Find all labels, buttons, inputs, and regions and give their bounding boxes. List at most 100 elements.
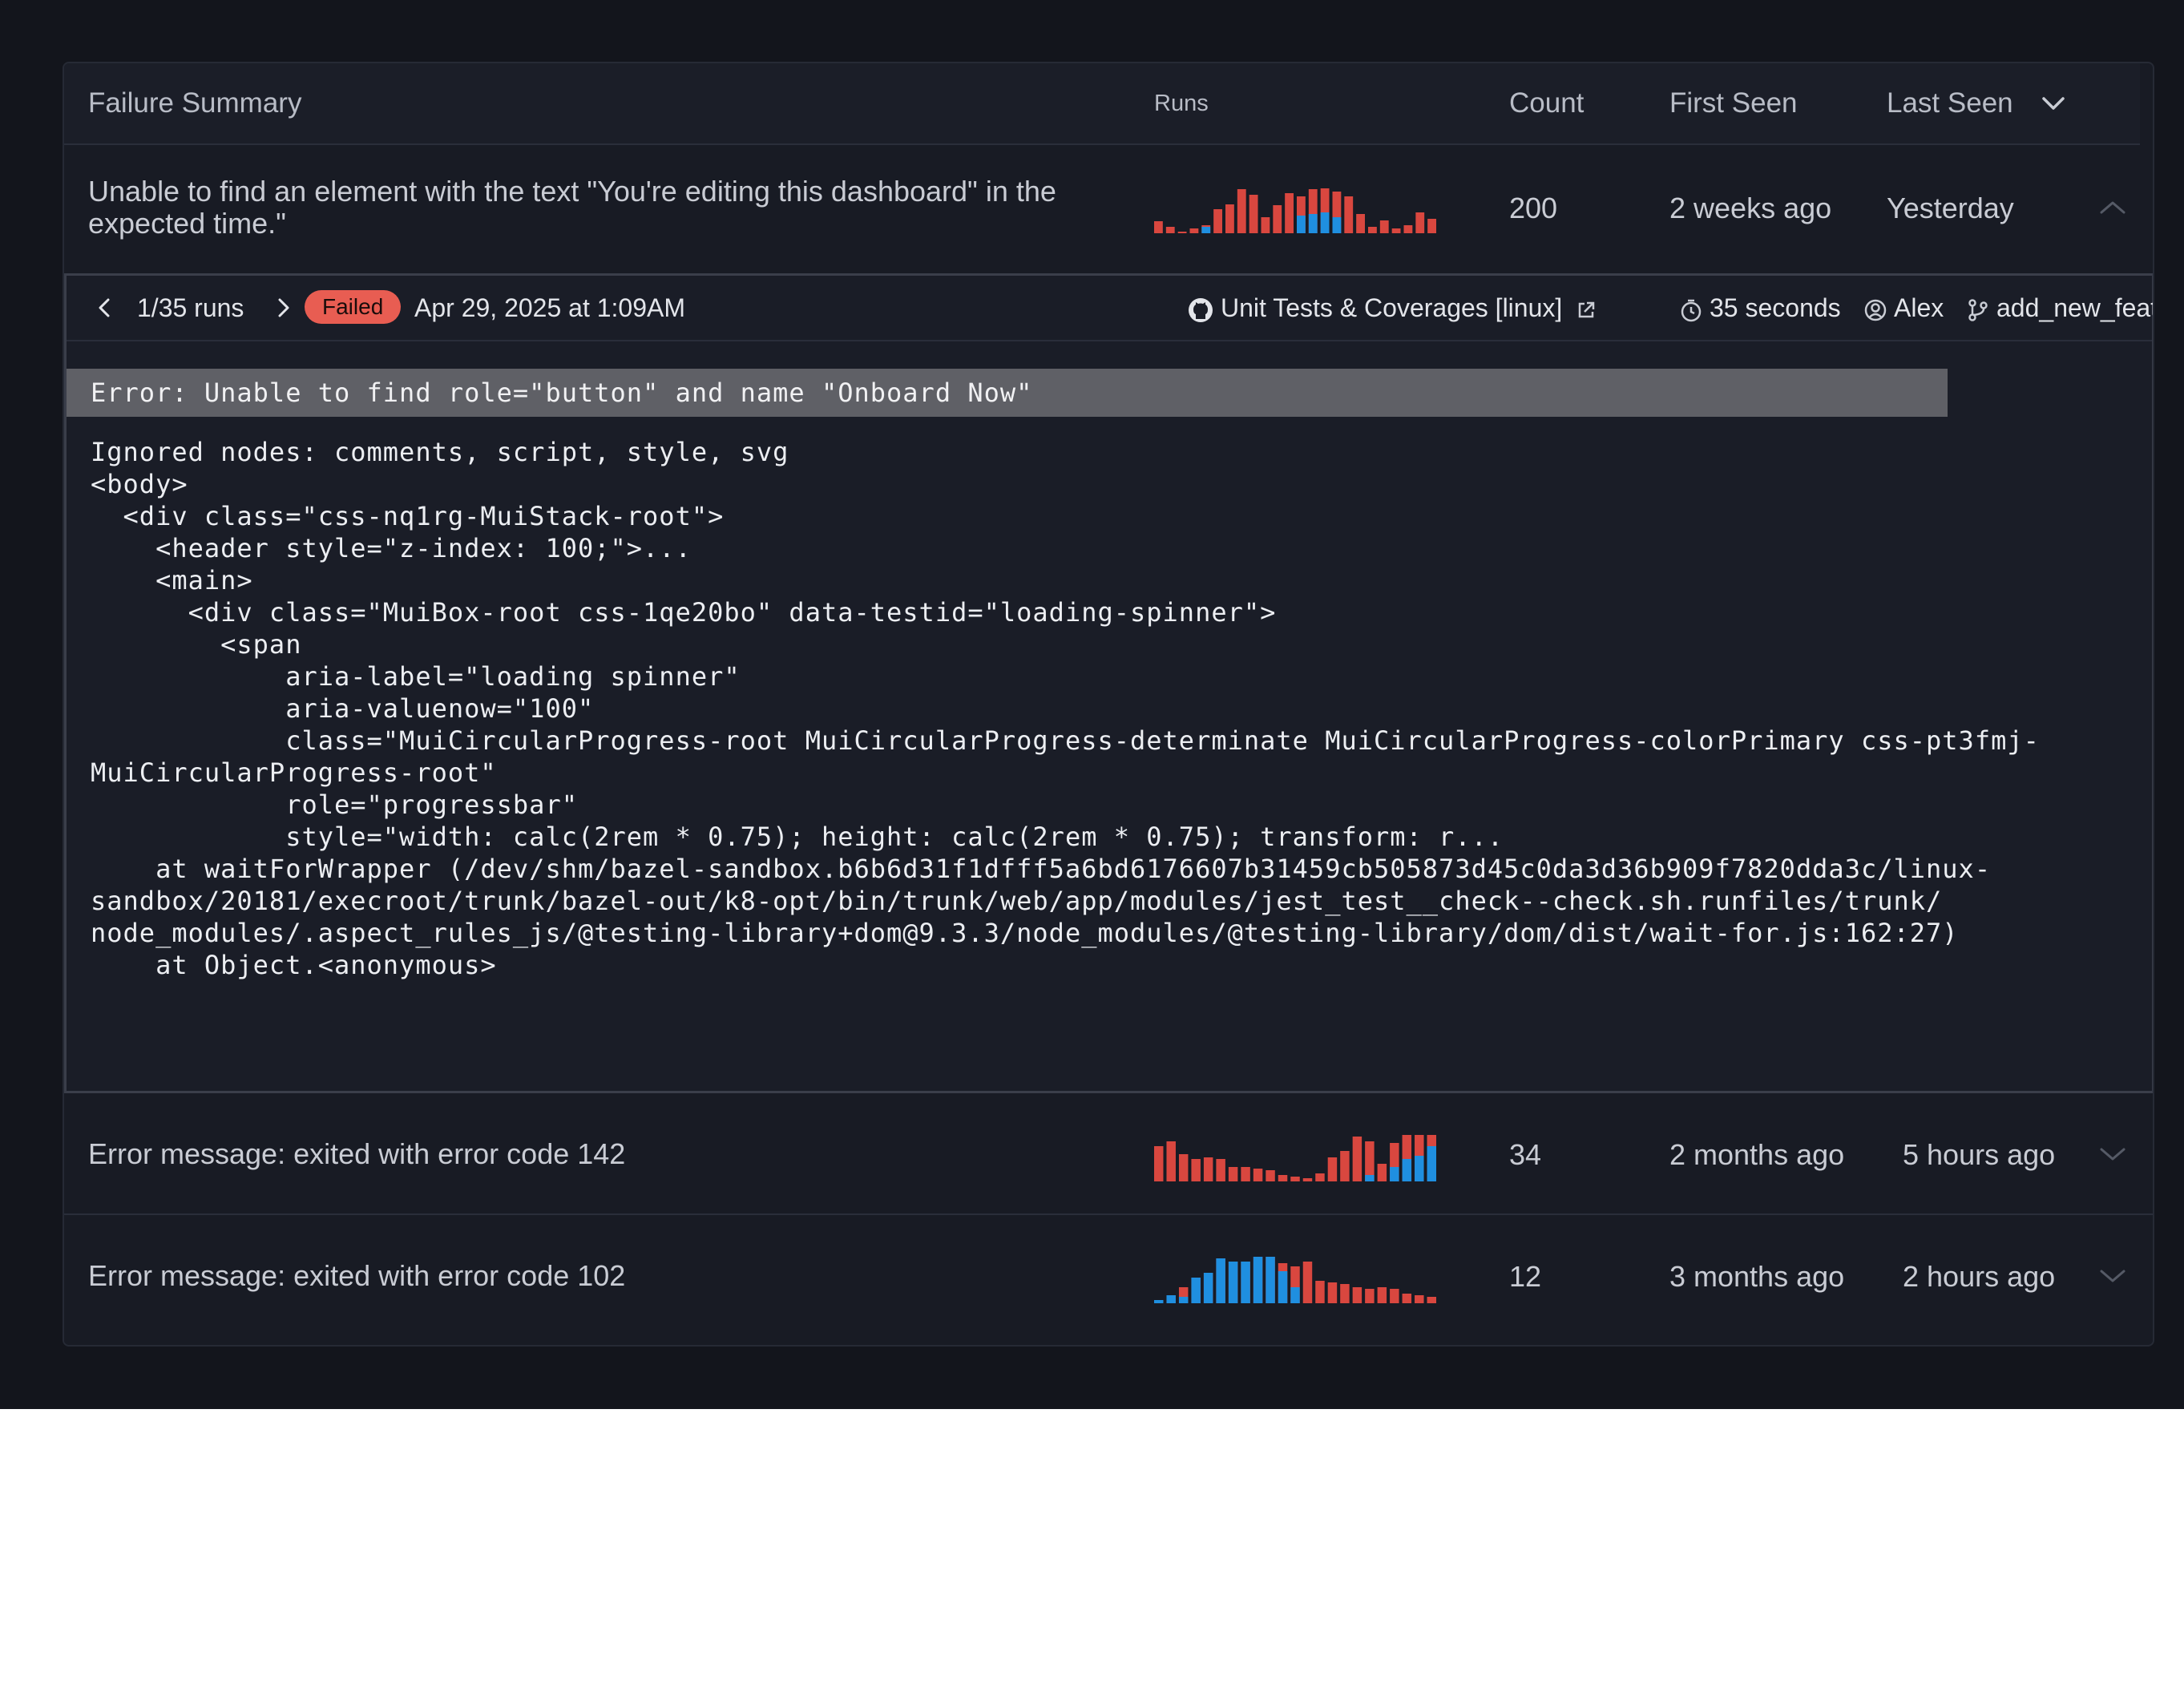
run-bar (1352, 1137, 1362, 1181)
duration-text: 35 seconds (1710, 293, 1841, 322)
failure-last-seen: 2 hours ago (1903, 1260, 2056, 1293)
failure-row[interactable]: Error message: exited with error code 14… (64, 1093, 2153, 1215)
run-bar (1391, 228, 1401, 233)
git-branch-icon (1968, 298, 1988, 321)
run-bar (1390, 1289, 1399, 1303)
failure-detail-panel: 1/35 runs Failed Apr 29, 2025 at 1:09AM … (64, 273, 2153, 1093)
header-count: Count (1509, 87, 1585, 119)
failure-count: 12 (1509, 1260, 1542, 1293)
run-bar (1189, 228, 1199, 233)
chevron-up-icon[interactable] (2095, 190, 2130, 225)
table-header: Failure Summary Runs Count First Seen La… (64, 63, 2140, 145)
run-bar (1216, 1159, 1225, 1181)
run-bar-flaky (1365, 1175, 1375, 1181)
run-bar (1249, 195, 1258, 233)
run-bar (1228, 1167, 1238, 1181)
run-bar (1356, 214, 1365, 233)
run-bar (1368, 227, 1377, 233)
run-bar (1177, 232, 1187, 233)
run-bar (1241, 1167, 1250, 1181)
run-bar (1415, 1295, 1424, 1303)
run-bar (1302, 1262, 1313, 1303)
runs-sparkline (1154, 1257, 1436, 1303)
failure-count: 200 (1509, 192, 1558, 224)
failure-summary-text: Unable to find an element with the text … (88, 175, 1056, 240)
runs-sparkline (1154, 1135, 1436, 1181)
run-bar (1403, 225, 1413, 233)
failure-row[interactable]: Error message: exited with error code 10… (64, 1215, 2153, 1343)
run-bar (1165, 227, 1175, 233)
chevron-left-icon[interactable] (92, 295, 118, 321)
error-message-highlight: Error: Unable to find role="button" and … (67, 369, 1948, 417)
run-bar (1154, 221, 1163, 233)
timer-icon (1681, 299, 1702, 321)
run-bar-flaky (1166, 1295, 1176, 1303)
run-bar (1290, 1177, 1300, 1181)
run-bar (1415, 212, 1425, 233)
run-bar-flaky (1402, 1159, 1412, 1181)
run-bar (1166, 1141, 1176, 1181)
run-bar-flaky (1201, 227, 1211, 233)
run-bar (1285, 193, 1294, 233)
run-bar-flaky (1154, 1300, 1164, 1303)
run-bar (1225, 204, 1234, 233)
failures-table: Failure Summary Runs Count First Seen La… (63, 62, 2154, 1347)
header-first-seen: First Seen (1669, 87, 1798, 119)
run-bar (1261, 217, 1270, 233)
run-bar-flaky (1278, 1271, 1288, 1303)
failure-row[interactable]: Unable to find an element with the text … (64, 145, 2153, 275)
status-badge: Failed (305, 290, 402, 324)
run-author: Alex (1863, 276, 1944, 340)
run-bar-flaky (1191, 1278, 1201, 1303)
run-bar (1302, 1178, 1313, 1181)
run-bar (1327, 1282, 1338, 1303)
run-bar-flaky (1228, 1262, 1238, 1303)
run-bar (1427, 1297, 1436, 1303)
run-bar (1266, 1170, 1275, 1181)
author-name: Alex (1894, 293, 1944, 322)
run-bar (1365, 1289, 1375, 1303)
run-bar (1340, 1284, 1350, 1303)
run-bar (1237, 189, 1246, 233)
github-icon (1189, 297, 1213, 322)
run-bar-flaky (1216, 1258, 1225, 1303)
job-link[interactable]: Unit Tests & Coverages [linux] (1187, 276, 1603, 340)
run-bar (1315, 1281, 1325, 1303)
run-bar (1377, 1164, 1387, 1181)
run-bar (1273, 205, 1282, 233)
chevron-right-icon[interactable] (270, 295, 296, 321)
run-bar-flaky (1427, 1146, 1436, 1181)
failure-first-seen: 3 months ago (1669, 1260, 1845, 1293)
failure-count: 34 (1509, 1138, 1542, 1171)
run-bar (1377, 1287, 1387, 1303)
run-bar (1213, 209, 1222, 233)
run-bar-flaky (1415, 1156, 1424, 1181)
run-bar-flaky (1290, 1287, 1300, 1303)
run-bar-flaky (1241, 1262, 1250, 1303)
run-bar (1352, 1287, 1362, 1303)
failure-first-seen: 2 months ago (1669, 1138, 1845, 1171)
run-bar-flaky (1266, 1257, 1275, 1303)
run-bar (1178, 1154, 1189, 1181)
failure-last-seen: 5 hours ago (1903, 1138, 2056, 1171)
failure-summary-text: Error message: exited with error code 10… (88, 1259, 626, 1292)
run-bar-flaky (1178, 1297, 1189, 1303)
user-icon (1864, 299, 1887, 321)
chevron-down-icon[interactable] (2095, 1137, 2130, 1172)
chevron-down-icon[interactable] (2095, 1258, 2130, 1294)
run-branch: add_new_feature (1966, 276, 2153, 340)
run-bar-flaky (1320, 212, 1330, 233)
run-bar (1315, 1173, 1325, 1181)
run-duration: 35 seconds (1679, 276, 1841, 340)
header-failure-summary: Failure Summary (88, 87, 302, 119)
failure-first-seen: 2 weeks ago (1669, 192, 1832, 224)
run-bar (1427, 219, 1436, 233)
stack-trace: Ignored nodes: comments, script, style, … (91, 437, 2040, 980)
run-bar (1379, 220, 1389, 233)
sort-chevron-down-icon[interactable] (2036, 86, 2071, 121)
run-timestamp: Apr 29, 2025 at 1:09AM (414, 293, 685, 322)
header-last-seen[interactable]: Last Seen (1887, 63, 2013, 143)
run-bar (1203, 1157, 1213, 1181)
runs-sparkline (1154, 188, 1436, 233)
run-toolbar: 1/35 runs Failed Apr 29, 2025 at 1:09AM … (67, 276, 2153, 341)
